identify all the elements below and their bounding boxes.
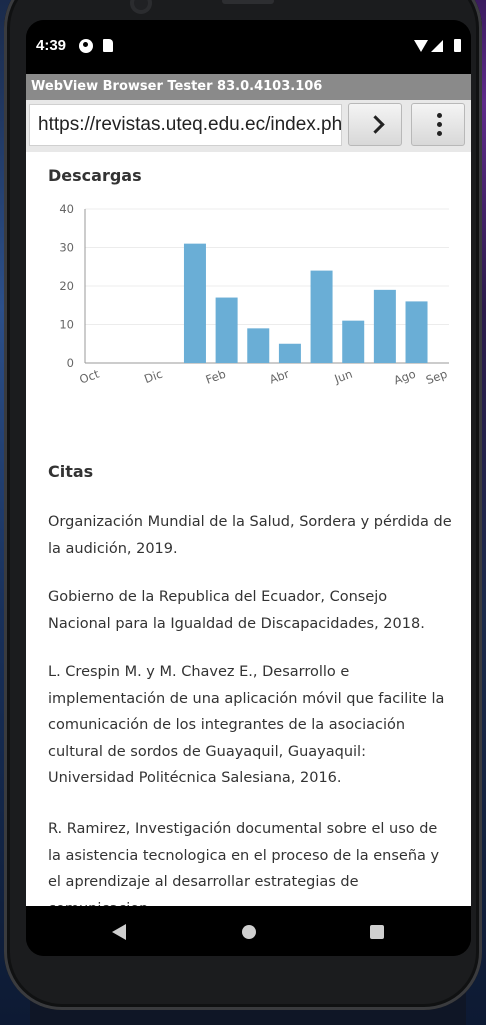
bar bbox=[342, 320, 365, 363]
citation-item: Organización Mundial de la Salud, Sorder… bbox=[48, 514, 452, 557]
sd-card-icon bbox=[103, 39, 113, 52]
phone-frame: 4:39 WebView Browser Tester 83.0.4103.10… bbox=[4, 0, 482, 1010]
status-time: 4:39 bbox=[36, 37, 67, 54]
bar bbox=[215, 297, 238, 363]
earpiece-speaker bbox=[222, 0, 274, 4]
web-content[interactable]: Descargas 0 10 20 30 40 Oct Dic Feb Abr Jun Ago Sep… bbox=[26, 152, 471, 906]
bar bbox=[278, 343, 301, 363]
wifi-icon bbox=[414, 40, 428, 52]
x-tick-label: Jun bbox=[332, 367, 355, 387]
address-bar-row: https://revistas.uteq.edu.ec/index.php/i… bbox=[26, 100, 471, 152]
home-circle-icon[interactable] bbox=[242, 925, 256, 939]
navigation-bar bbox=[26, 906, 471, 956]
citation-item: R. Ramirez, Investigación documental sob… bbox=[48, 821, 440, 906]
citations-title: Citas bbox=[48, 462, 94, 481]
front-camera bbox=[130, 0, 152, 14]
y-tick-label: 10 bbox=[59, 318, 74, 332]
x-tick-label: Oct bbox=[78, 366, 102, 386]
url-input[interactable]: https://revistas.uteq.edu.ec/index.php/i… bbox=[29, 104, 342, 146]
downloads-bar-chart: 0 10 20 30 40 Oct Dic Feb Abr Jun Ago Sep bbox=[59, 202, 449, 388]
x-tick-label: Abr bbox=[267, 367, 291, 387]
go-button[interactable] bbox=[348, 103, 402, 146]
y-tick-label: 0 bbox=[67, 356, 74, 370]
screen: 4:39 WebView Browser Tester 83.0.4103.10… bbox=[26, 20, 471, 956]
downloads-title: Descargas bbox=[48, 166, 142, 185]
status-bar: 4:39 bbox=[26, 20, 471, 72]
battery-icon bbox=[454, 39, 461, 52]
x-tick-label: Dic bbox=[142, 367, 164, 386]
bar bbox=[373, 289, 396, 363]
bar bbox=[183, 243, 206, 363]
recents-square-icon[interactable] bbox=[370, 925, 384, 939]
bar bbox=[310, 270, 333, 363]
signal-icon bbox=[431, 40, 443, 52]
app-title-bar: WebView Browser Tester 83.0.4103.106 bbox=[26, 74, 471, 100]
y-tick-label: 20 bbox=[59, 279, 74, 293]
more-vert-icon bbox=[437, 113, 442, 140]
citation-item: L. Crespin M. y M. Chavez E., Desarrollo… bbox=[48, 664, 445, 786]
x-tick-label: Ago bbox=[392, 367, 418, 388]
back-triangle-icon[interactable] bbox=[112, 924, 126, 940]
overflow-menu-button[interactable] bbox=[411, 103, 465, 146]
notification-icon bbox=[79, 39, 93, 53]
citation-item: Gobierno de la Republica del Ecuador, Co… bbox=[48, 589, 425, 632]
bar bbox=[405, 301, 428, 363]
y-tick-label: 40 bbox=[59, 202, 74, 216]
app-title: WebView Browser Tester 83.0.4103.106 bbox=[31, 79, 323, 94]
chevron-right-icon bbox=[366, 115, 385, 134]
x-tick-label: Feb bbox=[204, 367, 228, 387]
y-tick-label: 30 bbox=[59, 241, 74, 255]
bar bbox=[247, 328, 270, 363]
x-tick-label: Sep bbox=[424, 367, 449, 388]
